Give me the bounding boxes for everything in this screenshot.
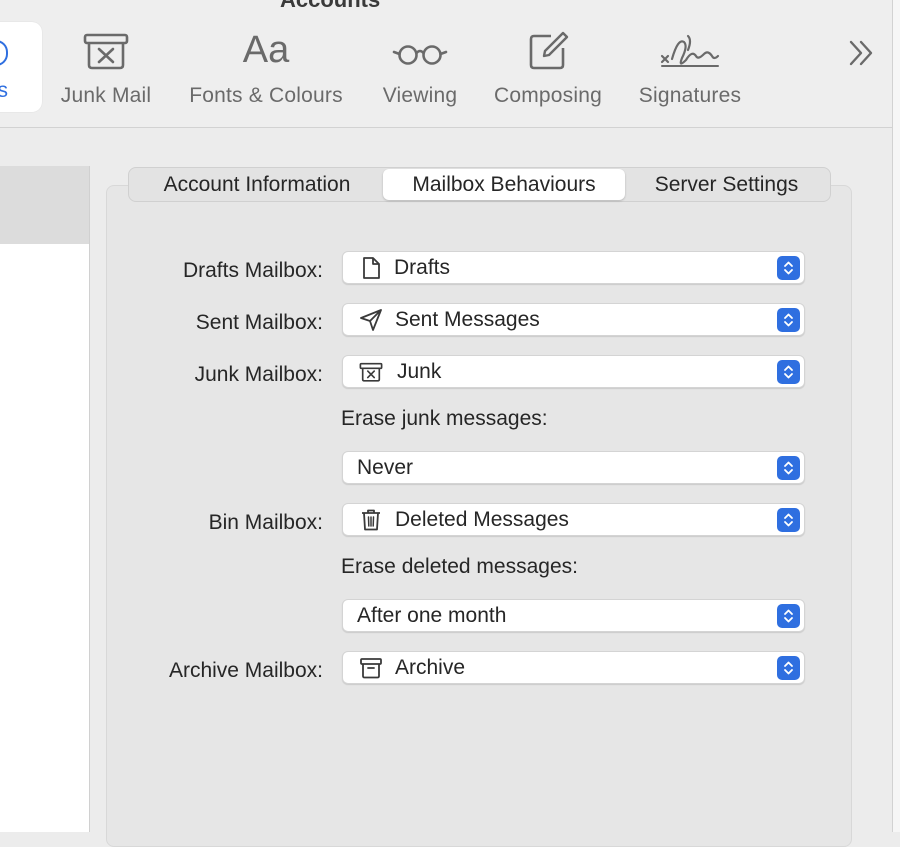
- popup-stepper-icon: [777, 360, 800, 384]
- popup-stepper-icon: [777, 604, 800, 628]
- archive-mailbox-label: Archive Mailbox:: [168, 659, 323, 682]
- window-edge: [892, 0, 900, 832]
- fonts-icon: Aa: [242, 29, 290, 71]
- erase-junk-popup[interactable]: Never: [342, 451, 805, 484]
- toolbar-accounts-tab[interactable]: nts: [0, 22, 42, 112]
- drafts-mailbox-label: Drafts Mailbox:: [182, 259, 323, 282]
- junk-mailbox-label: Junk Mailbox:: [194, 363, 323, 386]
- erase-junk-label: Erase junk messages:: [341, 407, 548, 430]
- toolbar-fonts-colours[interactable]: Aa Fonts & Colours: [182, 0, 350, 127]
- toolbar-composing-label: Composing: [493, 84, 603, 107]
- chevron-double-right-icon[interactable]: [846, 36, 876, 75]
- accounts-icon: [0, 40, 8, 66]
- tab-mailbox-behaviours[interactable]: Mailbox Behaviours: [383, 169, 625, 200]
- tab-server-settings-label: Server Settings: [654, 172, 799, 196]
- archive-mailbox-popup[interactable]: Archive: [342, 651, 805, 684]
- sent-mailbox-value: Sent Messages: [395, 307, 540, 331]
- tab-mailbox-behaviours-label: Mailbox Behaviours: [412, 172, 596, 196]
- account-tabs: Account Information Mailbox Behaviours S…: [128, 167, 831, 202]
- accounts-list[interactable]: [0, 166, 90, 832]
- erase-deleted-label: Erase deleted messages:: [341, 555, 578, 578]
- compose-icon: [525, 28, 571, 80]
- popup-stepper-icon: [777, 256, 800, 280]
- erase-junk-value: Never: [357, 455, 414, 479]
- erase-deleted-value: After one month: [357, 603, 507, 627]
- signature-icon: [658, 28, 722, 80]
- drafts-mailbox-popup[interactable]: Drafts: [342, 251, 805, 284]
- popup-stepper-icon: [777, 456, 800, 480]
- tab-account-information-label: Account Information: [163, 172, 351, 196]
- toolbar-signatures[interactable]: Signatures: [633, 0, 747, 127]
- erase-deleted-popup[interactable]: After one month: [342, 599, 805, 632]
- toolbar-junk-mail[interactable]: Junk Mail: [56, 0, 156, 127]
- toolbar-accounts-label: nts: [0, 79, 9, 102]
- junk-mail-icon: [81, 28, 131, 80]
- tab-account-information[interactable]: Account Information: [131, 169, 383, 200]
- archive-mailbox-value: Archive: [395, 655, 466, 679]
- sent-mailbox-popup[interactable]: Sent Messages: [342, 303, 805, 336]
- document-icon: [359, 256, 383, 280]
- toolbar-composing[interactable]: Composing: [489, 0, 607, 127]
- drafts-mailbox-value: Drafts: [394, 255, 451, 279]
- toolbar-viewing[interactable]: Viewing: [378, 0, 462, 127]
- bin-mailbox-label: Bin Mailbox:: [208, 511, 323, 534]
- accounts-list-selected-row[interactable]: [0, 166, 89, 244]
- toolbar-viewing-label: Viewing: [382, 84, 458, 107]
- toolbar-signatures-label: Signatures: [638, 84, 742, 107]
- tab-server-settings[interactable]: Server Settings: [625, 169, 828, 200]
- bin-mailbox-popup[interactable]: Deleted Messages: [342, 503, 805, 536]
- junk-mailbox-popup[interactable]: Junk: [342, 355, 805, 388]
- paper-plane-icon: [359, 308, 383, 332]
- junk-mailbox-value: Junk: [397, 359, 442, 383]
- toolbar-fonts-colours-label: Fonts & Colours: [189, 84, 343, 107]
- trash-icon: [359, 508, 383, 532]
- popup-stepper-icon: [777, 508, 800, 532]
- sent-mailbox-label: Sent Mailbox:: [195, 311, 323, 334]
- bin-mailbox-value: Deleted Messages: [395, 507, 569, 531]
- toolbar-junk-mail-label: Junk Mail: [60, 84, 152, 107]
- popup-stepper-icon: [777, 308, 800, 332]
- preferences-toolbar: Accounts nts Junk Mail Aa Fonts & Colour…: [0, 0, 892, 128]
- junk-box-icon: [359, 360, 383, 384]
- archive-box-icon: [359, 656, 383, 680]
- glasses-icon: [391, 28, 449, 80]
- popup-stepper-icon: [777, 656, 800, 680]
